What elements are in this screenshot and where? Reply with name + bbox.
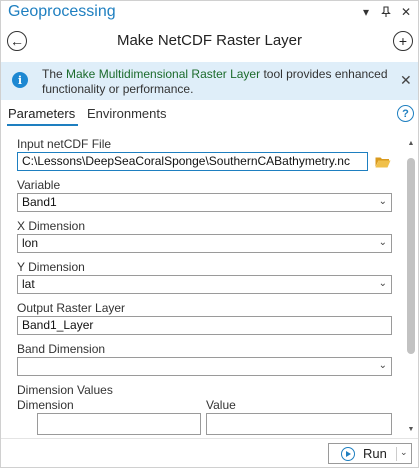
value-input[interactable] [206,413,392,435]
play-icon [341,446,355,461]
chevron-down-icon: ⌄ [378,196,387,207]
add-button[interactable]: + [393,31,413,51]
chevron-down-icon: ⌄ [378,360,387,371]
tab-environments[interactable]: Environments [87,106,166,121]
chevron-down-icon[interactable]: ⌄ [400,447,408,458]
tool-header: ← Make NetCDF Raster Layer + [0,26,419,56]
x-dimension-value: lon [22,236,39,250]
parameters-panel: Input netCDF File C:\Lessons\DeepSeaCora… [0,130,405,438]
info-close-icon[interactable]: ✕ [400,72,412,89]
y-dimension-dropdown[interactable]: lat ⌄ [17,275,392,294]
output-layer-field[interactable]: Band1_Layer [17,316,392,335]
info-banner: i The Make Multidimensional Raster Layer… [0,62,419,100]
folder-open-icon[interactable] [375,156,391,168]
pane-title: Geoprocessing [8,3,116,20]
variable-value: Band1 [22,195,57,209]
run-button[interactable]: Run ⌄ [328,443,412,464]
band-dimension-dropdown[interactable]: ⌄ [17,357,392,376]
pin-icon[interactable] [378,4,394,20]
variable-label: Variable [17,178,61,192]
x-dimension-dropdown[interactable]: lon ⌄ [17,234,392,253]
help-icon[interactable]: ? [397,105,414,122]
chevron-down-icon: ⌄ [378,237,387,248]
x-dimension-label: X Dimension [17,219,86,233]
output-layer-value: Band1_Layer [22,318,94,332]
chevron-down-icon[interactable]: ▾ [358,4,374,20]
scrollbar-thumb[interactable] [407,158,415,354]
tool-title: Make NetCDF Raster Layer [116,32,303,49]
pane-titlebar: Geoprocessing ▾ ✕ [0,0,419,26]
info-link[interactable]: Make Multidimensional Raster Layer [66,67,260,81]
output-layer-label: Output Raster Layer [17,301,126,315]
input-file-field[interactable]: C:\Lessons\DeepSeaCoralSponge\SouthernCA… [17,152,368,171]
run-label: Run [363,446,387,461]
info-message: The Make Multidimensional Raster Layer t… [42,67,392,97]
dimension-values-label: Dimension Values [17,383,113,397]
input-file-label: Input netCDF File [17,137,112,151]
scroll-down-icon[interactable]: ▼ [406,426,416,433]
y-dimension-label: Y Dimension [17,260,85,274]
tab-parameters[interactable]: Parameters [8,106,75,121]
info-icon: i [12,72,28,88]
value-column-header: Value [206,398,236,412]
dimension-input[interactable] [37,413,201,435]
active-tab-indicator [7,124,78,126]
tab-strip: Parameters Environments [0,104,419,126]
y-dimension-value: lat [22,277,35,291]
dimension-column-header: Dimension [17,398,74,412]
info-text-before: The [42,67,67,81]
band-dimension-label: Band Dimension [17,342,106,356]
input-file-value: C:\Lessons\DeepSeaCoralSponge\SouthernCA… [22,154,350,168]
close-icon[interactable]: ✕ [398,4,414,20]
scroll-up-icon[interactable]: ▲ [406,140,416,147]
chevron-down-icon: ⌄ [378,278,387,289]
plus-icon: + [398,33,408,49]
variable-dropdown[interactable]: Band1 ⌄ [17,193,392,212]
run-divider [396,447,397,461]
